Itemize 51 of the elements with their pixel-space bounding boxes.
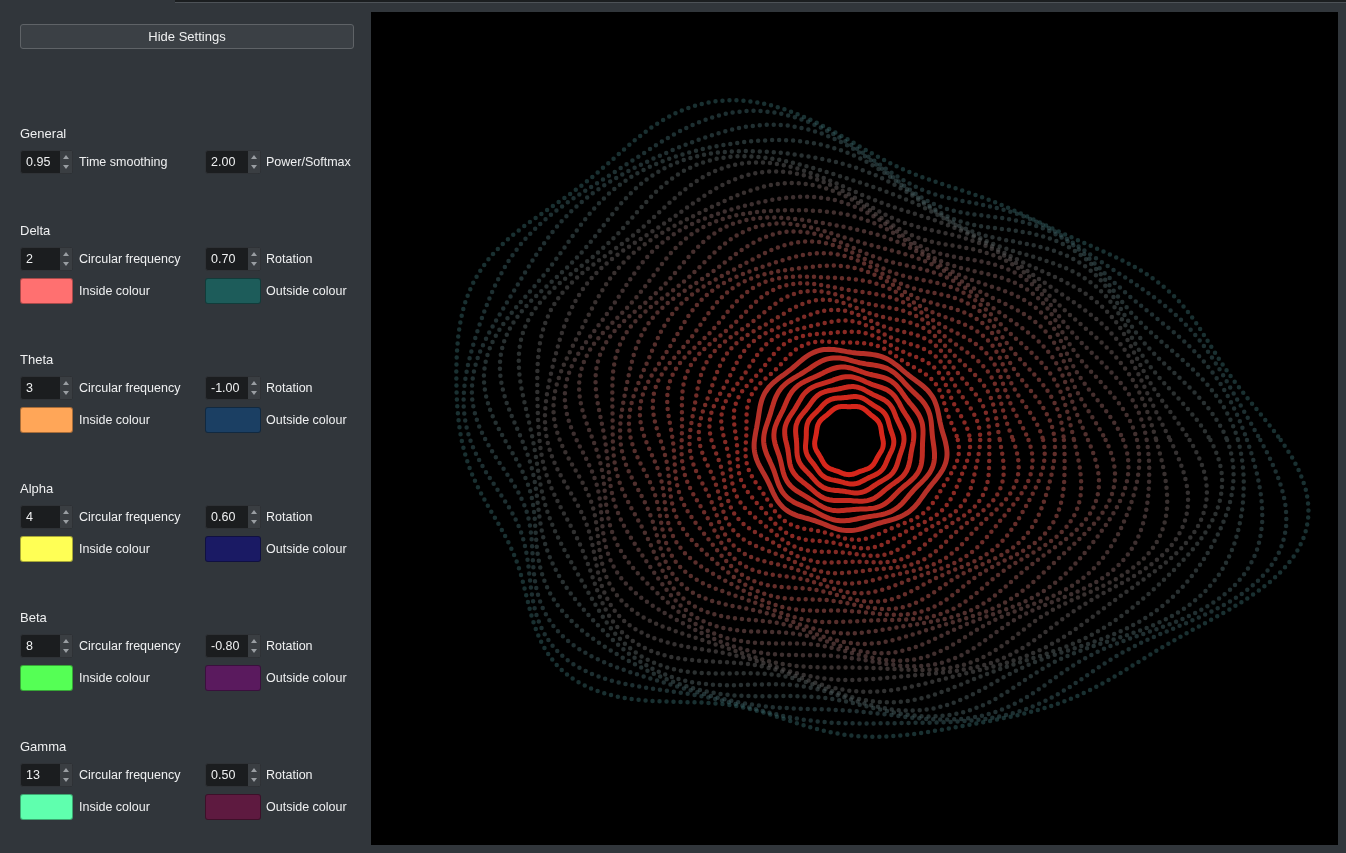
colour-swatch[interactable] [205,794,261,820]
field-label: Rotation [266,768,313,782]
field-label: Inside colour [79,284,150,298]
field-label: Inside colour [79,542,150,556]
spin-box[interactable]: 0.50 [205,763,261,787]
spin-box[interactable]: 0.60 [205,505,261,529]
field-label: Rotation [266,381,313,395]
colour-swatch[interactable] [20,794,73,820]
field-label: Circular frequency [79,381,181,395]
field-label: Rotation [266,252,313,266]
colour-swatch[interactable] [20,665,73,691]
colour-swatch[interactable] [20,536,73,562]
spin-box[interactable]: 8 [20,634,73,658]
colour-swatch[interactable] [205,665,261,691]
field-label: Rotation [266,639,313,653]
field-label: Outside colour [266,800,347,814]
field-label: Time smoothing [79,155,168,169]
colour-swatch[interactable] [205,278,261,304]
spin-box[interactable]: 0.70 [205,247,261,271]
field-label: Inside colour [79,800,150,814]
field-label: Outside colour [266,671,347,685]
field-label: Outside colour [266,413,347,427]
field-label: Outside colour [266,542,347,556]
section-title: General [20,125,68,142]
spin-box[interactable]: 4 [20,505,73,529]
colour-swatch[interactable] [20,407,73,433]
field-label: Rotation [266,510,313,524]
spin-box[interactable]: 2.00 [205,150,261,174]
colour-swatch[interactable] [205,536,261,562]
colour-swatch[interactable] [20,278,73,304]
field-label: Circular frequency [79,510,181,524]
spin-box[interactable]: 2 [20,247,73,271]
spin-box[interactable]: -0.80 [205,634,261,658]
field-label: Circular frequency [79,768,181,782]
section-title: Alpha [20,480,55,497]
field-label: Outside colour [266,284,347,298]
section-title: Gamma [20,738,68,755]
field-label: Circular frequency [79,639,181,653]
section-title: Theta [20,351,55,368]
field-label: Inside colour [79,413,150,427]
field-label: Inside colour [79,671,150,685]
spin-box[interactable]: 0.95 [20,150,73,174]
field-label: Power/Softmax [266,155,351,169]
colour-swatch[interactable] [205,407,261,433]
spin-box[interactable]: 3 [20,376,73,400]
spin-box[interactable]: 13 [20,763,73,787]
section-title: Delta [20,222,52,239]
field-label: Circular frequency [79,252,181,266]
spin-box[interactable]: -1.00 [205,376,261,400]
section-title: Beta [20,609,48,626]
hide-settings-button[interactable]: Hide Settings [20,24,354,49]
